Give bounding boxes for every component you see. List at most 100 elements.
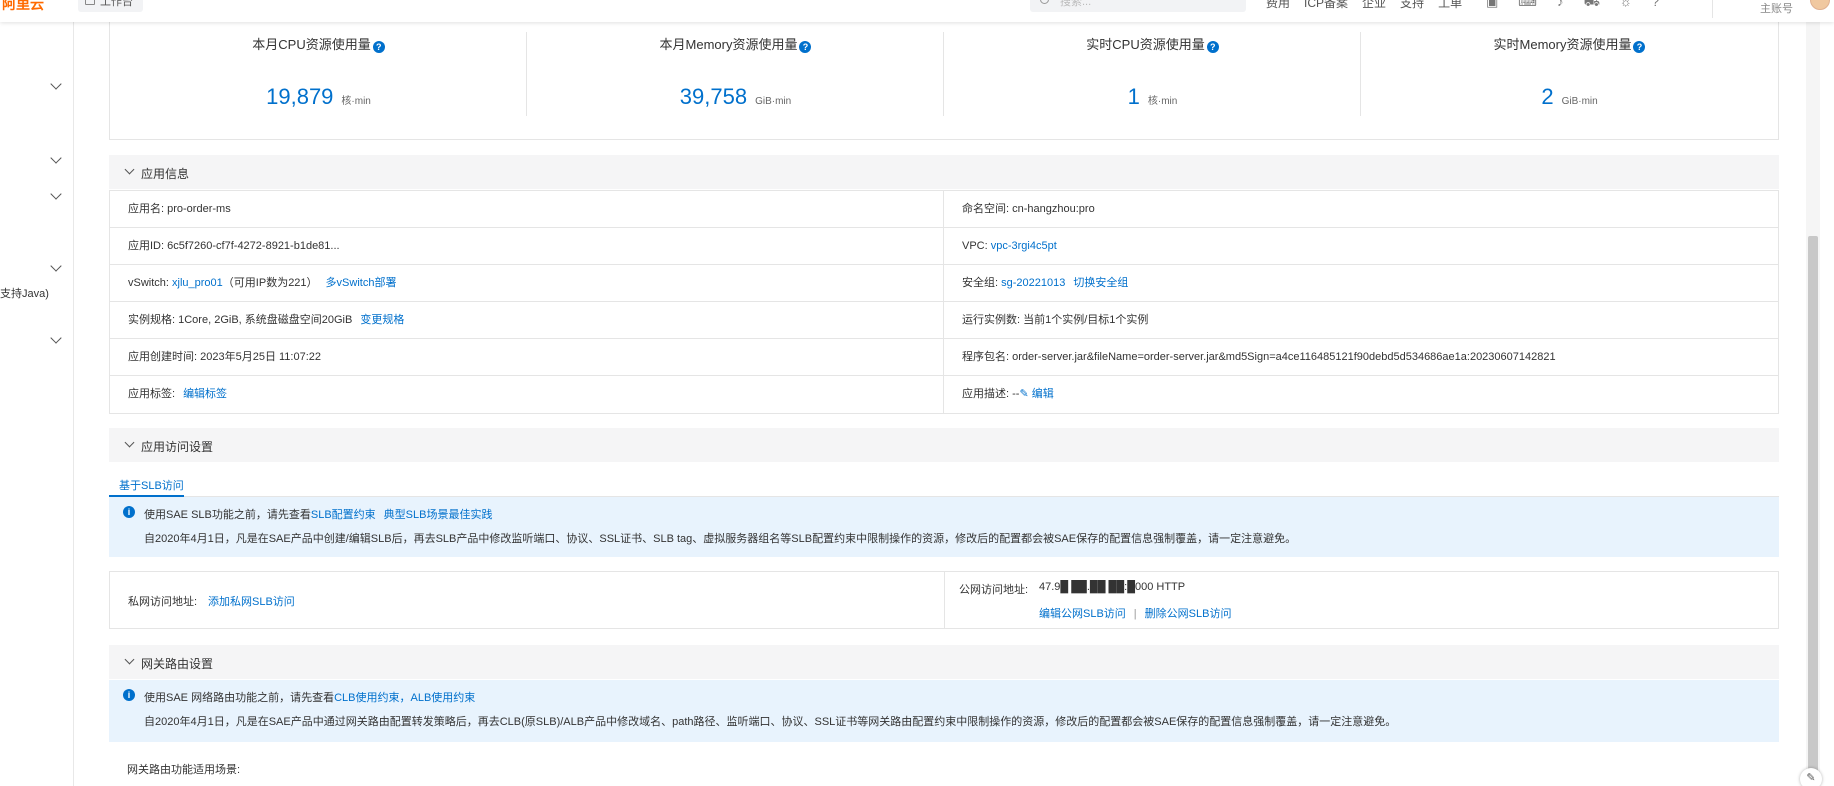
- avatar[interactable]: [1810, 0, 1830, 10]
- shell-icon[interactable]: ⌨: [1518, 0, 1537, 12]
- security-group-link[interactable]: sg-20221013: [1001, 277, 1065, 289]
- edit-tags-link[interactable]: 编辑标签: [183, 388, 227, 400]
- help-icon[interactable]: ?: [1633, 41, 1646, 53]
- sidebar-item-java[interactable]: 支持Java): [0, 285, 49, 301]
- section-gateway-routing[interactable]: 网关路由设置: [109, 645, 1779, 679]
- nav-link-support[interactable]: 支持: [1400, 0, 1424, 11]
- vpc-cell: VPC: vpc-3rgi4c5pt: [962, 240, 1057, 252]
- nav-link-enterprise[interactable]: 企业: [1362, 0, 1386, 11]
- slb-best-practice-link[interactable]: 典型SLB场景最佳实践: [384, 509, 493, 521]
- vswitch-link[interactable]: xjlu_pro01: [172, 277, 223, 289]
- chevron-down-icon: [124, 654, 135, 665]
- vswitch-cell: vSwitch: xjlu_pro01（可用IP数为221） 多vSwitch部署: [110, 265, 944, 301]
- access-address-table: 私网访问地址: 添加私网SLB访问 公网访问地址: 47.9█ ██.██ ██…: [109, 571, 1779, 629]
- console-icon[interactable]: ▣: [1486, 0, 1498, 12]
- gateway-notice: i 使用SAE 网络路由功能之前，请先查看CLB使用约束，ALB使用约束 自20…: [109, 680, 1779, 742]
- search-placeholder: 搜索...: [1060, 0, 1092, 8]
- nav-link-fee[interactable]: 费用: [1266, 0, 1290, 11]
- stat-cpu-month: 本月CPU资源使用量? 19,879 核·min: [110, 22, 527, 140]
- multi-vswitch-deploy-link[interactable]: 多vSwitch部署: [326, 277, 397, 289]
- help-icon[interactable]: ?: [799, 41, 812, 53]
- spec-cell: 实例规格: 1Core, 2GiB, 系统盘磁盘空间20GiB 变更规格: [110, 302, 944, 338]
- edit-description-link[interactable]: ✎ 编辑: [1019, 388, 1053, 400]
- running-instances-cell: 运行实例数: 当前1个实例/目标1个实例: [962, 314, 1149, 326]
- public-access-cell: 公网访问地址: 47.9█ ██.██ ██:█000 HTTP 编辑公网SLB…: [945, 572, 1778, 628]
- account-type[interactable]: 主账号: [1760, 0, 1793, 16]
- table-row: vSwitch: xjlu_pro01（可用IP数为221） 多vSwitch部署…: [110, 265, 1778, 302]
- description-cell: 应用描述: --✎ 编辑: [962, 388, 1054, 400]
- table-row: 应用创建时间: 2023年5月25日 11:07:22 程序包名: order-…: [110, 339, 1778, 376]
- sidebar-chevron-down-icon[interactable]: [50, 152, 62, 164]
- slb-constraints-link[interactable]: SLB配置约束: [311, 509, 376, 521]
- add-private-slb-link[interactable]: 添加私网SLB访问: [208, 593, 295, 609]
- section-app-info[interactable]: 应用信息: [109, 155, 1779, 189]
- workbench-button[interactable]: 工作台: [78, 0, 143, 12]
- public-access-address: 47.9█ ██.██ ██:█000 HTTP: [1039, 581, 1186, 593]
- sidebar-chevron-down-icon[interactable]: [50, 188, 62, 200]
- delete-public-slb-link[interactable]: 删除公网SLB访问: [1145, 608, 1232, 620]
- stat-value: 39,758 GiB·min: [679, 84, 792, 109]
- top-navbar: 阿里云 工作台 搜索... 费用 ICP备案 企业 支持 工单 ▣ ⌨ ♪ ⛟ …: [0, 0, 1834, 22]
- stat-memory-realtime: 实时Memory资源使用量? 2 GiB·min: [1361, 22, 1778, 140]
- edit-public-slb-link[interactable]: 编辑公网SLB访问: [1039, 608, 1126, 620]
- info-icon: i: [123, 506, 135, 518]
- app-id-cell: 应用ID: 6c5f7260-cf7f-4272-8921-b1de81...: [110, 228, 944, 264]
- change-spec-link[interactable]: 变更规格: [360, 314, 404, 326]
- chevron-down-icon: [124, 164, 135, 175]
- edit-float-icon[interactable]: ✎: [1800, 768, 1822, 786]
- top-nav-links: 费用 ICP备案 企业 支持 工单: [1266, 0, 1462, 11]
- created-time-cell: 应用创建时间: 2023年5月25日 11:07:22: [110, 339, 944, 375]
- search-icon: [1040, 0, 1049, 4]
- help-icon[interactable]: ?: [1652, 0, 1659, 12]
- app-name: pro-order-ms: [167, 203, 231, 215]
- section-title: 网关路由设置: [141, 657, 214, 671]
- clb-constraints-link[interactable]: CLB使用约束: [334, 692, 399, 704]
- aliyun-logo[interactable]: 阿里云: [2, 0, 44, 14]
- resource-stats-panel: 本月CPU资源使用量? 19,879 核·min 本月Memory资源使用量? 3…: [109, 22, 1779, 140]
- tags-cell: 应用标签: 编辑标签: [110, 376, 944, 413]
- section-access-settings[interactable]: 应用访问设置: [109, 428, 1779, 462]
- cart-icon[interactable]: ⛟: [1584, 0, 1600, 12]
- nav-link-ticket[interactable]: 工单: [1438, 0, 1462, 11]
- package-cell: 程序包名: order-server.jar&fileName=order-se…: [962, 351, 1556, 363]
- namespace: cn-hangzhou:pro: [1012, 203, 1095, 215]
- section-title: 应用访问设置: [141, 440, 214, 454]
- sidebar: 支持Java): [0, 22, 74, 786]
- alb-constraints-link[interactable]: ALB使用约束: [410, 692, 475, 704]
- top-nav-icons: ▣ ⌨ ♪ ⛟ ☼ ?: [1486, 0, 1659, 12]
- stat-cpu-realtime: 实时CPU资源使用量? 1 核·min: [944, 22, 1361, 140]
- vswitch-ip-count: （可用IP数为221）: [222, 277, 318, 289]
- security-group-cell: 安全组: sg-20221013 切换安全组: [962, 277, 1129, 289]
- sidebar-chevron-down-icon[interactable]: [50, 78, 62, 90]
- sidebar-chevron-down-icon[interactable]: [50, 260, 62, 272]
- search-input[interactable]: 搜索...: [1030, 0, 1246, 12]
- nav-link-icp[interactable]: ICP备案: [1304, 0, 1348, 11]
- namespace-cell: 命名空间: cn-hangzhou:pro: [962, 203, 1095, 215]
- table-row: 实例规格: 1Core, 2GiB, 系统盘磁盘空间20GiB 变更规格 运行实例…: [110, 302, 1778, 339]
- notice-line: 使用SAE SLB功能之前，请先查看SLB配置约束 典型SLB场景最佳实践: [144, 509, 493, 521]
- help-icon[interactable]: ?: [1206, 41, 1219, 53]
- instance-spec: 1Core, 2GiB, 系统盘磁盘空间20GiB: [178, 314, 353, 326]
- sidebar-chevron-down-icon[interactable]: [50, 332, 62, 344]
- table-row: 应用标签: 编辑标签 应用描述: --✎ 编辑: [110, 376, 1778, 413]
- public-access-label: 公网访问地址:: [959, 584, 1029, 596]
- help-icon[interactable]: ?: [372, 41, 385, 53]
- tab-slb-access[interactable]: 基于SLB访问: [119, 477, 184, 493]
- bulb-icon[interactable]: ☼: [1620, 0, 1632, 12]
- notice-body: 自2020年4月1日，凡是在SAE产品中通过网关路由配置转发策略后，再去CLB(…: [144, 716, 1397, 728]
- private-access-cell: 私网访问地址: 添加私网SLB访问: [110, 572, 945, 628]
- scrollbar-thumb[interactable]: [1808, 236, 1818, 784]
- slb-notice: i 使用SAE SLB功能之前，请先查看SLB配置约束 典型SLB场景最佳实践 自…: [109, 497, 1779, 557]
- section-title: 应用信息: [141, 167, 190, 181]
- info-icon: i: [123, 689, 135, 701]
- stat-title: 本月CPU资源使用量?: [110, 34, 527, 53]
- app-info-table: 应用名: pro-order-ms 命名空间: cn-hangzhou:pro …: [109, 190, 1779, 414]
- stat-value: 2 GiB·min: [1541, 84, 1598, 109]
- vpc-link[interactable]: vpc-3rgi4c5pt: [991, 240, 1057, 252]
- switch-security-group-link[interactable]: 切换安全组: [1073, 277, 1128, 289]
- public-access-actions: 编辑公网SLB访问 | 删除公网SLB访问: [1039, 605, 1231, 621]
- topbar-divider: [1712, 0, 1713, 18]
- bell-icon[interactable]: ♪: [1557, 0, 1564, 12]
- table-row: 应用名: pro-order-ms 命名空间: cn-hangzhou:pro: [110, 191, 1778, 228]
- pencil-icon: ✎: [1019, 388, 1029, 400]
